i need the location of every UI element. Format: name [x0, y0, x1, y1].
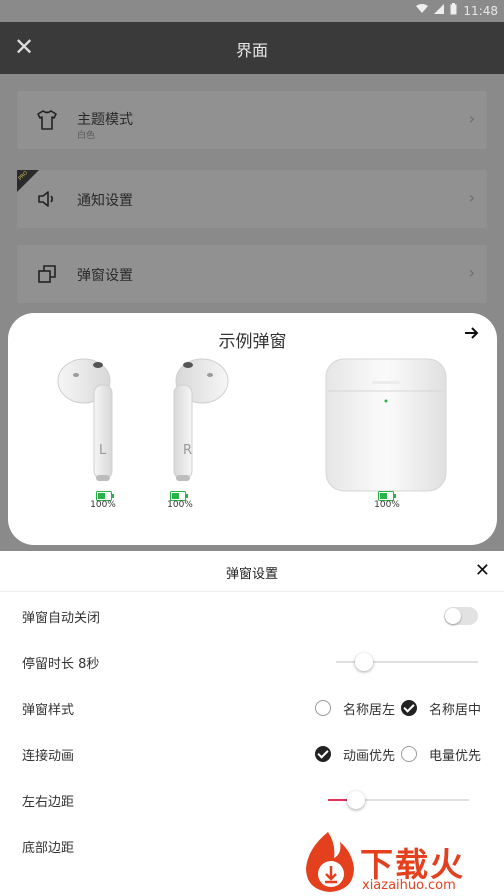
lr-margin-slider-thumb[interactable]: [347, 791, 365, 809]
toggle-knob: [445, 608, 461, 624]
left-battery-icon: [96, 486, 114, 501]
tshirt-icon: [35, 108, 59, 132]
settings-item-theme[interactable]: 主题模式 白色 ›: [17, 91, 487, 149]
sheet-header: 弹窗设置 ✕: [0, 551, 504, 592]
option-name-left[interactable]: 名称居左: [343, 699, 395, 718]
auto-close-row: 弹窗自动关闭: [0, 593, 504, 639]
settings-item-label: 弹窗设置: [77, 268, 133, 284]
page-title: 界面: [235, 41, 268, 60]
windows-icon: [35, 262, 59, 286]
lr-margin-label: 左右边距: [22, 795, 75, 810]
option-name-center[interactable]: 名称居中: [429, 699, 481, 718]
status-time: 11:48: [463, 3, 498, 18]
stay-duration-slider-thumb[interactable]: [355, 653, 373, 671]
settings-item-sub: 白色: [77, 131, 96, 141]
battery-icon: [450, 3, 457, 18]
wifi-icon: [416, 4, 429, 17]
left-battery-percent: 100%: [90, 500, 116, 510]
chevron-right-icon: ›: [468, 109, 475, 128]
settings-item-label: 通知设置: [77, 193, 133, 209]
connect-anim-row: 连接动画 动画优先 电量优先: [0, 731, 504, 777]
title-bar: ✕ 界面: [0, 22, 504, 74]
connect-anim-label: 连接动画: [22, 749, 75, 764]
popup-style-row: 弹窗样式 名称居左 名称居中: [0, 685, 504, 731]
radio-name-center[interactable]: [401, 700, 417, 716]
option-anim-first[interactable]: 动画优先: [343, 745, 395, 764]
case-battery-percent: 100%: [374, 500, 400, 510]
chevron-right-icon: ›: [468, 263, 475, 282]
close-icon[interactable]: ✕: [475, 560, 490, 581]
settings-item-notification[interactable]: PRO 通知设置 ›: [17, 170, 487, 228]
chevron-right-icon: ›: [468, 188, 475, 207]
status-bar: 11:48: [0, 0, 504, 22]
charging-case: [324, 357, 448, 497]
sheet-title: 弹窗设置: [225, 567, 278, 582]
option-battery-first[interactable]: 电量优先: [429, 745, 481, 764]
radio-name-left[interactable]: [315, 700, 331, 716]
lr-margin-row: 左右边距: [0, 777, 504, 823]
auto-close-label: 弹窗自动关闭: [22, 611, 101, 626]
settings-item-popup[interactable]: 弹窗设置 ›: [17, 245, 487, 303]
right-earbud-letter: R: [183, 443, 193, 458]
right-battery-percent: 100%: [167, 500, 193, 510]
settings-item-label: 主题模式: [77, 112, 133, 128]
watermark-sub: xiazaihuo.com: [362, 878, 456, 893]
right-earbud: R: [168, 357, 230, 489]
popup-title: 示例弹窗: [218, 332, 287, 352]
stay-duration-row: 停留时长 8秒: [0, 639, 504, 685]
case-battery-icon: [378, 486, 396, 501]
stay-duration-label: 停留时长 8秒: [22, 657, 100, 672]
radio-anim-first[interactable]: [315, 746, 331, 762]
popup-style-label: 弹窗样式: [22, 703, 75, 718]
popup-preview: 示例弹窗 L 100% R 100% 100%: [8, 313, 497, 545]
speaker-icon: [35, 187, 59, 211]
bottom-margin-label: 底部边距: [22, 841, 75, 856]
radio-battery-first[interactable]: [401, 746, 417, 762]
arrow-right-icon[interactable]: [463, 325, 479, 346]
right-battery-icon: [170, 486, 188, 501]
left-earbud: L: [56, 357, 118, 489]
signal-icon: [434, 4, 445, 17]
left-earbud-letter: L: [99, 443, 107, 458]
auto-close-toggle[interactable]: [444, 607, 478, 625]
